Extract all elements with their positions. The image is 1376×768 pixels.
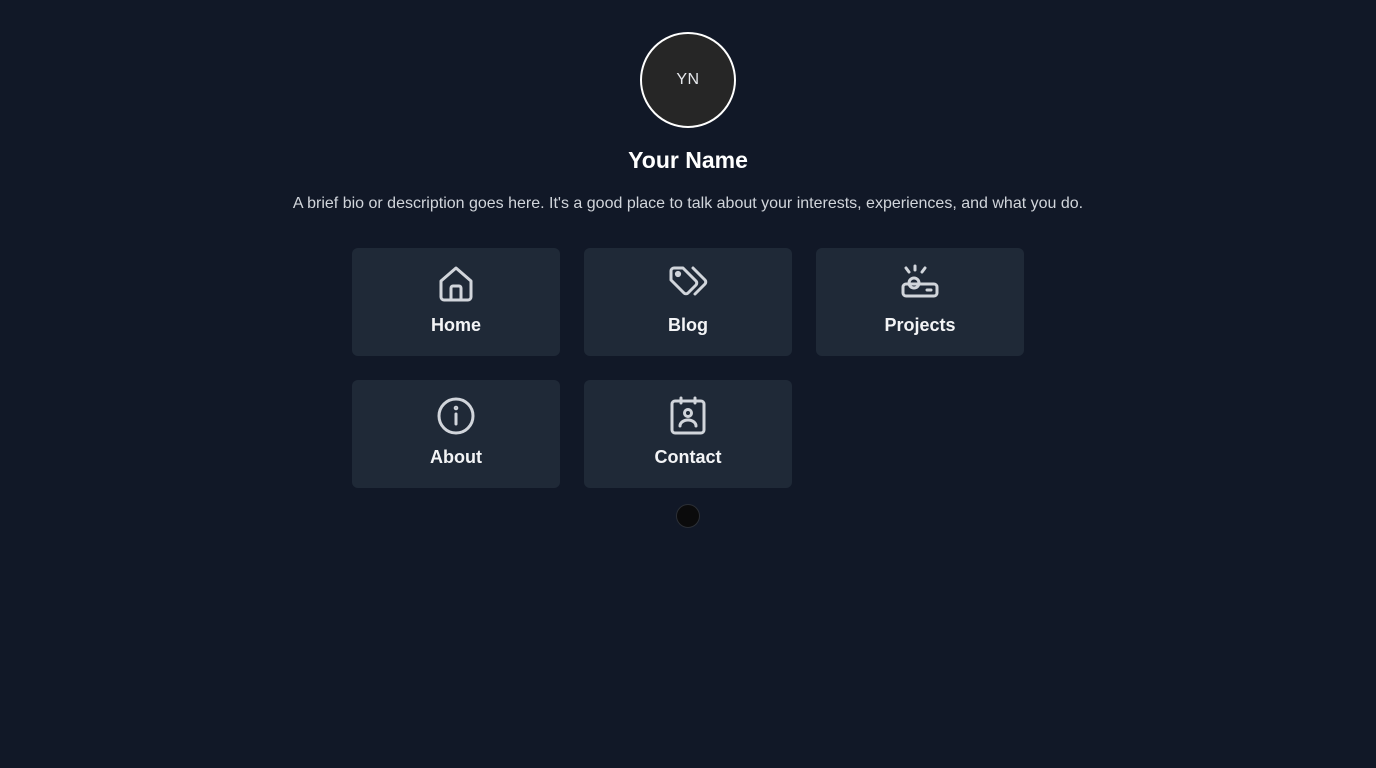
avatar: YN bbox=[640, 32, 736, 128]
projector-icon bbox=[900, 264, 940, 304]
avatar-initials: YN bbox=[676, 71, 700, 88]
profile-name: Your Name bbox=[628, 147, 748, 173]
nav-card-label: Contact bbox=[654, 447, 722, 467]
page: YN Your Name A brief bio or description … bbox=[0, 0, 1376, 768]
nav-card-label: About bbox=[430, 447, 482, 467]
nav-card-home[interactable]: Home bbox=[352, 248, 560, 356]
profile-bio: A brief bio or description goes here. It… bbox=[292, 195, 1084, 212]
nav-card-projects[interactable]: Projects bbox=[816, 248, 1024, 356]
nav-card-blog[interactable]: Blog bbox=[584, 248, 792, 356]
home-icon bbox=[436, 264, 476, 304]
nav-card-contact[interactable]: Contact bbox=[584, 380, 792, 488]
info-circle-icon bbox=[436, 396, 476, 436]
tags-icon bbox=[668, 264, 708, 304]
nav-card-label: Blog bbox=[668, 315, 708, 335]
nav-card-label: Projects bbox=[884, 315, 956, 335]
nav-card-about[interactable]: About bbox=[352, 380, 560, 488]
nav-card-label: Home bbox=[430, 315, 481, 335]
theme-toggle-button[interactable] bbox=[676, 504, 700, 528]
contact-badge-icon bbox=[668, 396, 708, 436]
